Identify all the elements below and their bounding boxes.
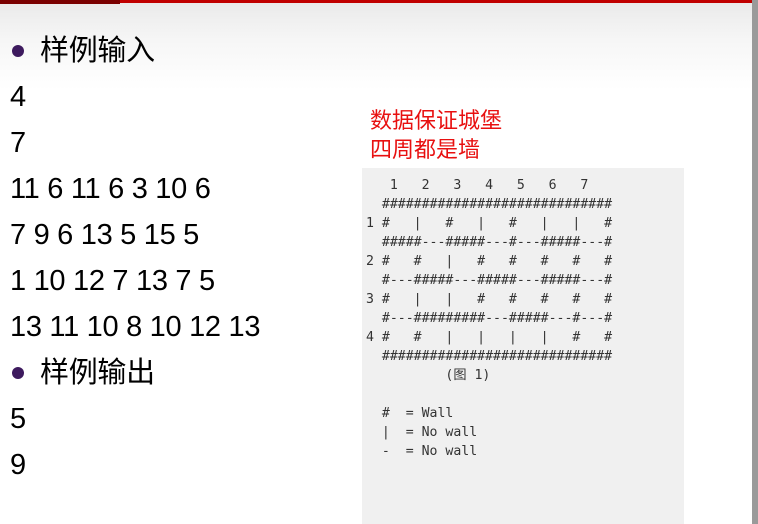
sample-input-heading: 样例输入 [10, 28, 260, 74]
map-line: #---#####---#####---#####---# [366, 273, 613, 288]
sample-output-label: 样例输出 [40, 357, 155, 389]
legend-line: # = Wall [366, 406, 454, 421]
legend-line: - = No wall [366, 444, 478, 459]
map-line: 1 2 3 4 5 6 7 [366, 178, 589, 193]
sample-input-line: 7 [10, 127, 26, 159]
map-line: ############################# [366, 197, 613, 212]
slide-right-edge [752, 0, 758, 524]
map-line: 3 # | | # # # # # [366, 292, 613, 307]
bullet-icon [12, 45, 24, 57]
map-line: #---#########---#####---#---# [366, 311, 613, 326]
note-line: 四周都是墙 [370, 137, 481, 162]
sample-input-line: 13 11 10 8 10 12 13 [10, 311, 261, 343]
sample-input-label: 样例输入 [40, 35, 155, 67]
note-line: 数据保证城堡 [370, 108, 503, 133]
sample-input-line: 11 6 11 6 3 10 6 [10, 173, 211, 205]
bullet-icon [12, 367, 24, 379]
map-line: ############################# [366, 349, 613, 364]
map-line: 2 # # | # # # # # [366, 254, 613, 269]
sample-output-heading: 样例输出 [10, 350, 260, 396]
figure-caption: (图 1) [366, 368, 491, 383]
map-line: #####---#####---#---#####---# [366, 235, 613, 250]
legend-line: | = No wall [366, 425, 478, 440]
castle-map-ascii: 1 2 3 4 5 6 7 ##########################… [366, 176, 612, 461]
sample-input-line: 4 [10, 81, 26, 113]
sample-input-line: 1 10 12 7 13 7 5 [10, 265, 215, 297]
title-bar-accent-dark [0, 0, 120, 4]
title-bar-accent [120, 0, 758, 3]
map-line: 4 # # | | | | # # [366, 330, 613, 345]
guarantee-note: 数据保证城堡 四周都是墙 [370, 106, 502, 164]
castle-map-figure: 1 2 3 4 5 6 7 ##########################… [362, 168, 684, 524]
sample-output-line: 9 [10, 449, 26, 481]
sample-text-column: 样例输入 4 7 11 6 11 6 3 10 6 7 9 6 13 5 15 … [10, 28, 260, 488]
map-line: 1 # | # | # | | # [366, 216, 613, 231]
sample-input-line: 7 9 6 13 5 15 5 [10, 219, 199, 251]
sample-output-line: 5 [10, 403, 26, 435]
